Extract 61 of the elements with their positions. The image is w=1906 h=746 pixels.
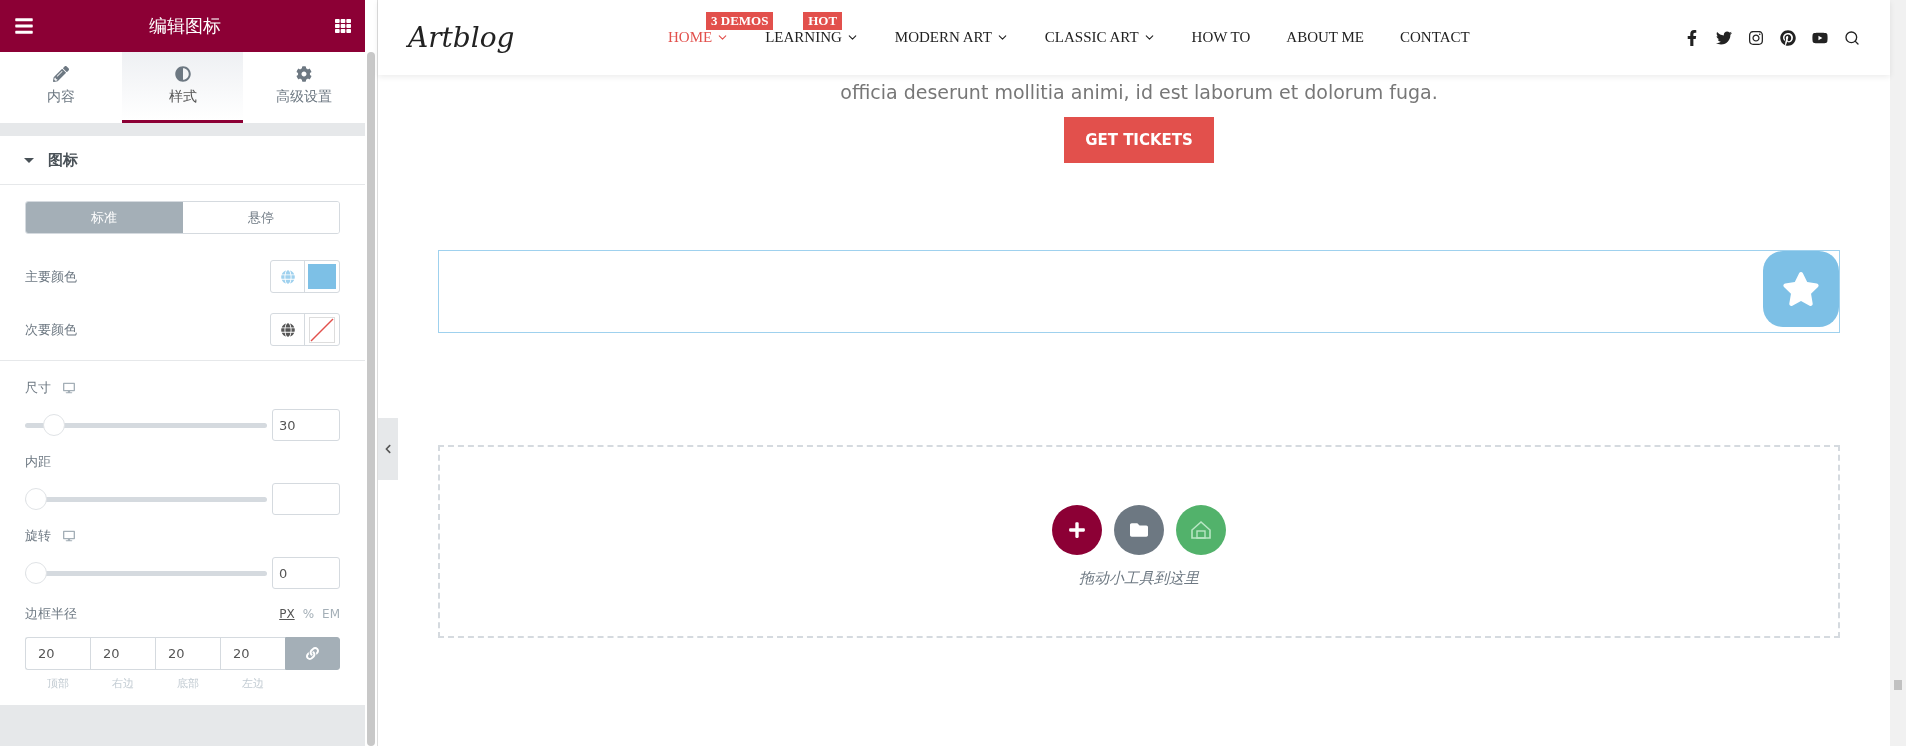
scrollbar-thumb[interactable] — [1894, 680, 1902, 690]
number-field[interactable]: 0 — [272, 557, 340, 589]
link-values-button[interactable] — [285, 637, 340, 670]
control-label: 尺寸 — [25, 379, 51, 397]
dimension-field[interactable]: 20 — [155, 637, 220, 670]
icon-widget-frame[interactable] — [438, 250, 1840, 333]
nav-badge: 3 DEMOS — [706, 12, 774, 30]
control-label: 边框半径 — [25, 605, 77, 623]
site-logo[interactable]: Artblog — [408, 21, 668, 54]
desktop-icon[interactable] — [63, 382, 75, 394]
plus-icon — [1068, 521, 1086, 539]
number-field[interactable] — [272, 483, 340, 515]
nav-link[interactable]: CLASSIC ART — [1044, 29, 1156, 46]
add-section-button[interactable] — [1052, 505, 1102, 555]
desktop-icon[interactable] — [63, 530, 75, 542]
control-label: 次要颜色 — [25, 320, 77, 339]
star-icon[interactable] — [1763, 251, 1839, 327]
dimension-field[interactable]: 20 — [220, 637, 285, 670]
gear-icon — [296, 66, 313, 82]
instagram-icon[interactable] — [1748, 29, 1764, 46]
control-label: 主要颜色 — [25, 267, 77, 286]
nav-link[interactable]: ABOUT ME — [1286, 29, 1364, 46]
drop-hint: 拖动小工具到这里 — [1079, 569, 1199, 588]
collapse-panel-handle[interactable] — [378, 418, 398, 480]
nav-link[interactable]: HOW TO — [1191, 29, 1251, 46]
panel-title: 编辑图标 — [148, 14, 221, 38]
apps-grid-icon[interactable] — [335, 18, 351, 34]
unit-option[interactable]: PX — [279, 607, 295, 621]
number-field[interactable]: 30 — [272, 409, 340, 441]
search-icon[interactable] — [1844, 29, 1860, 46]
template-folder-button[interactable] — [1114, 505, 1164, 555]
slider-thumb[interactable] — [25, 487, 47, 510]
nav-link[interactable]: MODERN ART — [894, 29, 1009, 46]
slider-track[interactable] — [25, 413, 267, 437]
panel-tab[interactable]: 样式 — [121, 52, 244, 123]
caret-down-icon — [24, 155, 34, 165]
pencil-icon — [52, 66, 69, 82]
slider-thumb[interactable] — [25, 561, 47, 584]
nav-badge: HOT — [803, 12, 843, 30]
get-tickets-button[interactable]: GET TICKETS — [1064, 117, 1214, 163]
body-text: officia deserunt mollitia animi, id est laborum et dolorum fuga. — [840, 81, 1438, 103]
color-swatch[interactable] — [305, 261, 339, 292]
twitter-icon[interactable] — [1716, 29, 1732, 46]
menu-icon[interactable] — [14, 16, 34, 36]
nav-link[interactable]: HOME — [668, 29, 730, 46]
scrollbar-thumb[interactable] — [367, 52, 375, 746]
house-button[interactable] — [1176, 505, 1226, 555]
pinterest-icon[interactable] — [1780, 29, 1796, 46]
dimension-field[interactable]: 20 — [90, 637, 155, 670]
slider-thumb[interactable] — [42, 413, 65, 436]
control-label: 旋转 — [25, 527, 51, 545]
nav-link[interactable]: LEARNING — [765, 29, 859, 46]
folder-icon — [1130, 521, 1148, 539]
nav-link[interactable]: CONTACT — [1400, 29, 1470, 46]
control-label: 内距 — [25, 453, 51, 471]
slider-track[interactable] — [25, 561, 267, 585]
dimension-field[interactable]: 20 — [25, 637, 90, 670]
house-icon — [1190, 519, 1212, 541]
slider-track[interactable] — [25, 487, 267, 511]
link-icon — [306, 647, 319, 660]
contrast-icon — [174, 66, 191, 82]
